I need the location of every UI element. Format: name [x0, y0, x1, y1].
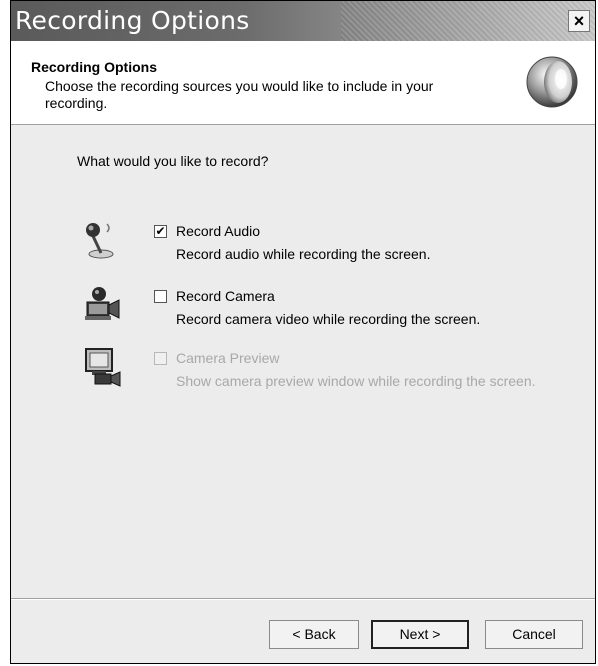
next-button[interactable]: Next >: [371, 620, 469, 649]
window-title: Recording Options: [15, 6, 250, 35]
option-record-camera: Record Camera Record camera video while …: [11, 285, 595, 345]
record-camera-description: Record camera video while recording the …: [176, 311, 481, 327]
header-title: Recording Options: [31, 59, 157, 75]
camera-preview-description: Show camera preview window while recordi…: [176, 373, 536, 389]
close-button[interactable]: ×: [568, 10, 590, 32]
app-logo-icon: [526, 56, 578, 108]
microphone-icon: [86, 223, 114, 259]
cancel-button[interactable]: Cancel: [485, 620, 583, 649]
back-button[interactable]: < Back: [269, 620, 359, 649]
record-audio-description: Record audio while recording the screen.: [176, 246, 431, 262]
record-camera-checkbox[interactable]: [154, 290, 167, 303]
camera-preview-checkbox[interactable]: [154, 352, 167, 365]
recording-options-dialog: Recording Options × Recording Options Ch…: [10, 0, 596, 664]
footer-divider: [11, 598, 595, 600]
wizard-content: What would you like to record? ✔ Record …: [11, 125, 595, 595]
background-window-fragment: [0, 0, 10, 8]
question-label: What would you like to record?: [77, 153, 269, 169]
option-camera-preview: Camera Preview Show camera preview windo…: [11, 347, 595, 407]
title-bar[interactable]: Recording Options: [11, 1, 595, 41]
header-description: Choose the recording sources you would l…: [45, 78, 434, 111]
record-audio-checkbox[interactable]: ✔: [154, 225, 167, 238]
record-audio-label[interactable]: Record Audio: [176, 223, 260, 239]
camera-icon: [85, 287, 120, 320]
camera-preview-label: Camera Preview: [176, 350, 280, 366]
camera-preview-icon: [85, 348, 121, 387]
wizard-header: Recording Options Choose the recording s…: [11, 41, 595, 125]
option-record-audio: ✔ Record Audio Record audio while record…: [11, 220, 595, 280]
record-camera-label[interactable]: Record Camera: [176, 288, 275, 304]
